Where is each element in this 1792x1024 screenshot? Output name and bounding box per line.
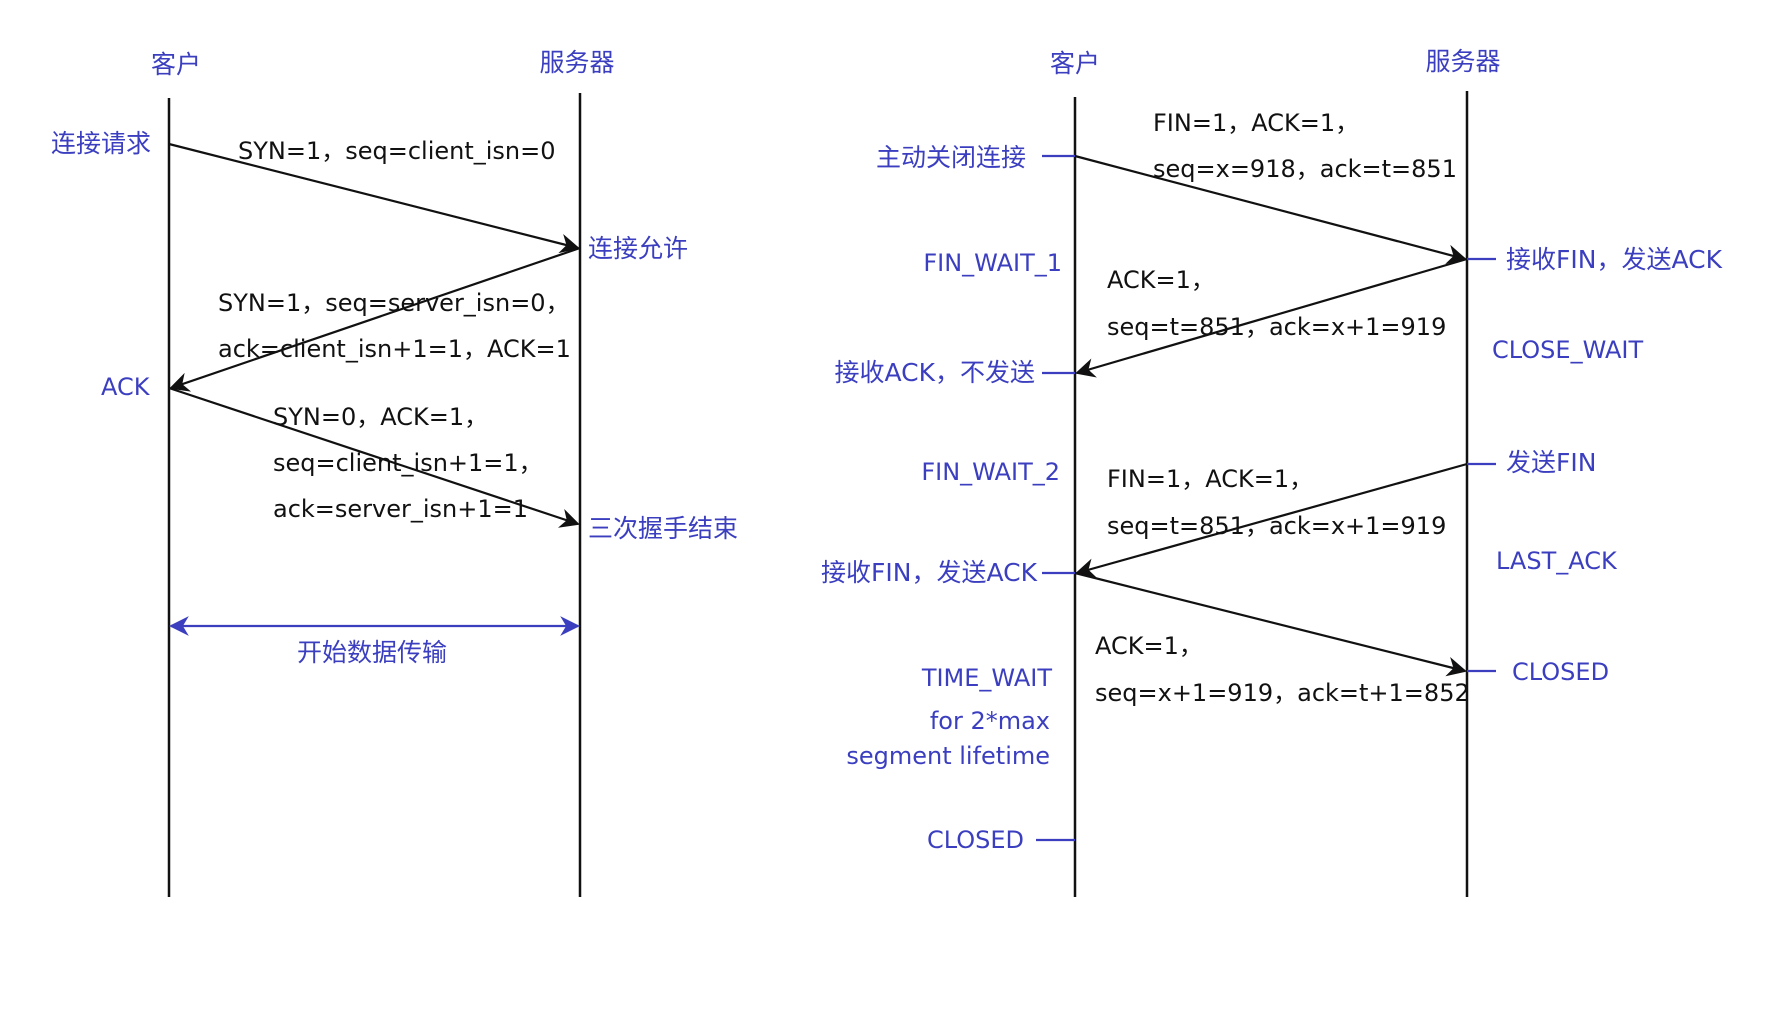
handshake-server-title: 服务器 (539, 48, 614, 77)
teardown-msg4-line1: ACK=1， (1095, 632, 1203, 660)
client-recv-fin-send-ack-label: 接收FIN，发送ACK (821, 558, 1038, 587)
teardown-msg2-line1: ACK=1， (1107, 266, 1215, 294)
handshake-msg2-line1: SYN=1，seq=server_isn=0， (218, 289, 570, 317)
time-wait-note2: segment lifetime (846, 742, 1050, 770)
active-close-label: 主动关闭连接 (876, 143, 1026, 172)
teardown-msg4-line2: seq=x+1=919，ack=t+1=852 (1095, 679, 1470, 707)
teardown-client-title: 客户 (1050, 49, 1100, 78)
close-wait-label: CLOSE_WAIT (1492, 336, 1643, 364)
teardown-msg1-line1: FIN=1，ACK=1， (1153, 109, 1359, 137)
server-closed-label: CLOSED (1512, 658, 1609, 686)
time-wait-note1: for 2*max (930, 707, 1050, 735)
handshake-arrow-syn-ack (169, 246, 581, 392)
last-ack-label: LAST_ACK (1496, 547, 1618, 575)
handshake-client-title: 客户 (151, 50, 201, 79)
handshake-msg3-line2: seq=client_isn+1=1， (273, 449, 543, 477)
handshake-diagram: 客户 服务器 连接请求 连接允许 ACK 三次握手结束 SYN=1，seq=cl… (51, 48, 738, 897)
handshake-msg3-line1: SYN=0，ACK=1， (273, 403, 488, 431)
recv-ack-no-send-label: 接收ACK，不发送 (834, 358, 1035, 387)
handshake-end-label: 三次握手结束 (588, 514, 738, 543)
teardown-msg2-line2: seq=t=851，ack=x+1=919 (1107, 313, 1446, 341)
send-fin-label: 发送FIN (1506, 448, 1596, 477)
client-ack-label: ACK (101, 373, 151, 401)
fin-wait-1-label: FIN_WAIT_1 (923, 249, 1062, 277)
tcp-diagram: 客户 服务器 连接请求 连接允许 ACK 三次握手结束 SYN=1，seq=cl… (51, 47, 1723, 897)
data-transfer-label: 开始数据传输 (297, 638, 447, 667)
teardown-msg3-line1: FIN=1，ACK=1， (1107, 465, 1313, 493)
client-request-label: 连接请求 (51, 129, 151, 158)
server-recv-fin-send-ack-label: 接收FIN，发送ACK (1506, 245, 1723, 274)
client-closed-label: CLOSED (927, 826, 1024, 854)
teardown-server-title: 服务器 (1425, 47, 1500, 76)
teardown-diagram: 客户 服务器 主动关闭连接 FIN_WAIT_1 接收ACK，不发送 FIN_W… (821, 47, 1723, 897)
handshake-msg3-line3: ack=server_isn+1=1 (273, 495, 528, 523)
handshake-msg1: SYN=1，seq=client_isn=0 (238, 137, 556, 165)
teardown-msg1-line2: seq=x=918，ack=t=851 (1153, 155, 1457, 183)
fin-wait-2-label: FIN_WAIT_2 (921, 458, 1060, 486)
teardown-msg3-line2: seq=t=851，ack=x+1=919 (1107, 512, 1446, 540)
time-wait-label: TIME_WAIT (921, 664, 1053, 692)
server-allow-label: 连接允许 (588, 234, 688, 263)
handshake-msg2-line2: ack=client_isn+1=1，ACK=1 (218, 335, 571, 363)
